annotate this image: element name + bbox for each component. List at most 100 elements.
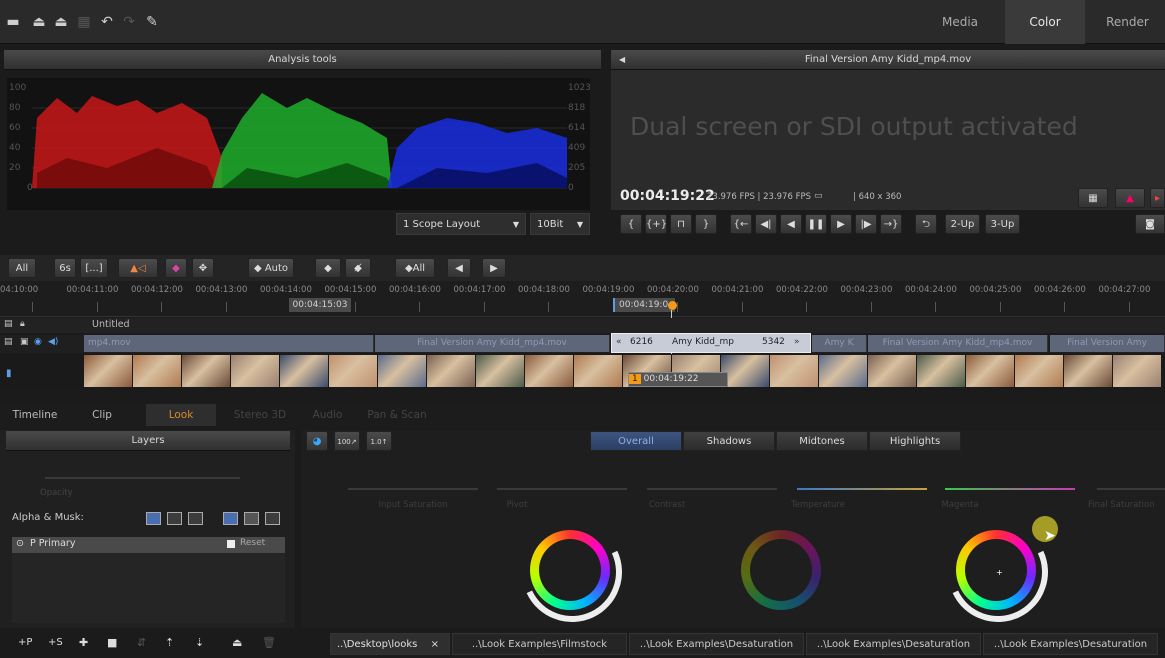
color-wheel-offset[interactable] bbox=[507, 507, 637, 637]
add-keyframe-button[interactable]: ◆ bbox=[315, 258, 341, 278]
trim-right-icon[interactable]: » bbox=[794, 337, 800, 347]
playhead-timecode[interactable]: 00:04:19:0 bbox=[613, 298, 675, 312]
alpha-matte-button[interactable] bbox=[167, 512, 182, 525]
musk-outer-button[interactable] bbox=[244, 512, 259, 525]
musk-inner-button[interactable] bbox=[265, 512, 280, 525]
lock-icon[interactable]: 🔒︎ bbox=[20, 319, 25, 329]
delete-layer-icon[interactable]: 🗑︎ bbox=[262, 636, 276, 649]
three-up-button[interactable]: 3-Up bbox=[985, 214, 1020, 234]
trim-left-icon[interactable]: « bbox=[616, 337, 622, 347]
zoom-range-button[interactable]: [...] bbox=[80, 258, 108, 278]
eye-icon[interactable]: ⊙ bbox=[16, 538, 24, 549]
prev-keyframe-button[interactable]: ◀ bbox=[447, 258, 471, 278]
look-path-tab[interactable]: ..\Look Examples\Filmstock bbox=[452, 633, 627, 655]
range-midtones[interactable]: Midtones bbox=[776, 431, 868, 451]
lock-icon[interactable]: ▣ bbox=[20, 337, 29, 347]
next-keyframe-button[interactable]: ▶ bbox=[482, 258, 506, 278]
look-path-tab[interactable]: ..\Desktop\looks × bbox=[330, 633, 450, 655]
color-wheel-gamma[interactable]: + bbox=[933, 507, 1063, 637]
track-video-icon[interactable]: ▮ bbox=[6, 368, 12, 379]
tab-color[interactable]: Color bbox=[1005, 0, 1085, 44]
folder-open-icon[interactable]: ▬ bbox=[4, 13, 22, 31]
overlay-button[interactable]: ▸ bbox=[1150, 188, 1165, 208]
zoom-all-button[interactable]: All bbox=[8, 258, 36, 278]
mark-in-button[interactable]: { bbox=[620, 214, 642, 234]
speaker-icon[interactable]: ◀) bbox=[48, 337, 58, 347]
track-grid-icon[interactable]: ▤ bbox=[4, 319, 13, 329]
marker-timecode[interactable]: 00:04:15:03 bbox=[289, 298, 351, 312]
tab-render[interactable]: Render bbox=[1090, 0, 1165, 44]
tab-pan-scan[interactable]: Pan & Scan bbox=[362, 404, 432, 426]
look-path-tab[interactable]: ..\Look Examples\Desaturation bbox=[629, 633, 804, 655]
keyframe-all-button[interactable]: ◆All bbox=[395, 258, 435, 278]
tab-stereo-3d[interactable]: Stereo 3D bbox=[225, 404, 295, 426]
input-saturation-slider[interactable] bbox=[348, 488, 478, 490]
keyframe-curve-button[interactable]: ◆̸ bbox=[345, 258, 371, 278]
pivot-slider[interactable] bbox=[497, 488, 627, 490]
mark-clip-button[interactable]: {+} bbox=[645, 214, 667, 234]
range-overall[interactable]: Overall bbox=[590, 431, 682, 451]
bit-depth-select[interactable]: 10Bit ▼ bbox=[530, 213, 590, 235]
curves-mode-icon[interactable]: 100↗ bbox=[334, 431, 360, 451]
prev-frame-button[interactable]: ◀| bbox=[755, 214, 777, 234]
playhead-handle[interactable] bbox=[668, 301, 677, 310]
save-look-icon[interactable]: ⏏ bbox=[232, 636, 242, 649]
clip-segment[interactable]: Final Version Amy Kidd_mp4.mov bbox=[868, 335, 1048, 352]
opacity-slider[interactable] bbox=[45, 477, 240, 479]
import-icon[interactable]: ⏏ bbox=[30, 13, 48, 31]
clip-segment[interactable]: Amy K bbox=[812, 335, 867, 352]
clip-segment[interactable]: mp4.mov bbox=[84, 335, 374, 352]
next-frame-button[interactable]: |▶ bbox=[855, 214, 877, 234]
look-path-tab[interactable]: ..\Look Examples\Desaturation bbox=[806, 633, 981, 655]
pause-button[interactable]: ❚❚ bbox=[805, 214, 827, 234]
tab-timeline[interactable]: Timeline bbox=[6, 404, 64, 426]
export-icon[interactable]: ⏏ bbox=[52, 13, 70, 31]
zoom-6s-button[interactable]: 6s bbox=[54, 258, 76, 278]
film-icon[interactable]: ▦ bbox=[75, 13, 93, 31]
add-secondary-button[interactable]: +S bbox=[48, 637, 63, 648]
range-highlights[interactable]: Highlights bbox=[869, 431, 961, 451]
undo-icon[interactable]: ↶ bbox=[98, 13, 116, 31]
temperature-slider[interactable] bbox=[797, 488, 927, 490]
wheel-center-point[interactable]: + bbox=[996, 568, 1003, 577]
musk-none-button[interactable] bbox=[223, 512, 238, 525]
keyframe-view-icon[interactable]: ▲◁ bbox=[118, 258, 158, 278]
trim-editor[interactable]: « 6216 Amy Kidd_mp 5342 » bbox=[611, 333, 811, 353]
levels-mode-icon[interactable]: 1.0↑ bbox=[366, 431, 392, 451]
track-grid-icon[interactable]: ▤ bbox=[4, 337, 13, 347]
contrast-slider[interactable] bbox=[647, 488, 777, 490]
grid-view-button[interactable]: ▦ bbox=[1078, 188, 1108, 208]
collapse-left-icon[interactable]: ◀ bbox=[619, 50, 625, 70]
move-icon[interactable]: ✥ bbox=[192, 258, 214, 278]
redo-icon[interactable]: ↷ bbox=[120, 13, 138, 31]
add-primary-button[interactable]: +P bbox=[18, 637, 32, 648]
go-to-in-button[interactable]: {← bbox=[730, 214, 752, 234]
close-icon[interactable]: × bbox=[431, 634, 439, 656]
layer-down-icon[interactable]: ⇣ bbox=[195, 636, 204, 649]
paste-layer-icon[interactable]: ⇵ bbox=[137, 636, 146, 649]
copy-layer-icon[interactable]: ■ bbox=[107, 636, 117, 649]
camera-icon[interactable]: ◙ bbox=[1135, 214, 1165, 234]
alpha-none-button[interactable] bbox=[146, 512, 161, 525]
lift-button[interactable]: ⊓ bbox=[670, 214, 692, 234]
loop-button[interactable]: ⮌ bbox=[915, 214, 937, 234]
auto-keyframe-button[interactable]: ◆ Auto bbox=[248, 258, 294, 278]
color-wheel-gain[interactable] bbox=[733, 522, 833, 622]
layer-up-icon[interactable]: ⇡ bbox=[165, 636, 174, 649]
magenta-slider[interactable] bbox=[945, 488, 1075, 490]
color-scope-button[interactable]: ▲ bbox=[1115, 188, 1145, 208]
play-reverse-button[interactable]: ◀ bbox=[780, 214, 802, 234]
tab-look[interactable]: Look bbox=[146, 404, 216, 426]
wrench-icon[interactable]: ✎ bbox=[143, 13, 161, 31]
tab-audio[interactable]: Audio bbox=[305, 404, 350, 426]
play-button[interactable]: ▶ bbox=[830, 214, 852, 234]
color-wheel-mode-icon[interactable]: ◕ bbox=[306, 431, 328, 451]
look-path-tab[interactable]: ..\Look Examples\Desaturation bbox=[983, 633, 1158, 655]
layer-row-primary[interactable]: ⊙ P Primary Reset bbox=[12, 537, 285, 553]
clip-segment[interactable]: Final Version Amy Kidd_mp4.mov bbox=[375, 335, 610, 352]
alpha-key-button[interactable] bbox=[188, 512, 203, 525]
range-shadows[interactable]: Shadows bbox=[683, 431, 775, 451]
clip-segment[interactable]: Final Version Amy bbox=[1050, 335, 1165, 352]
mark-out-button[interactable]: } bbox=[695, 214, 717, 234]
go-to-out-button[interactable]: →} bbox=[880, 214, 902, 234]
